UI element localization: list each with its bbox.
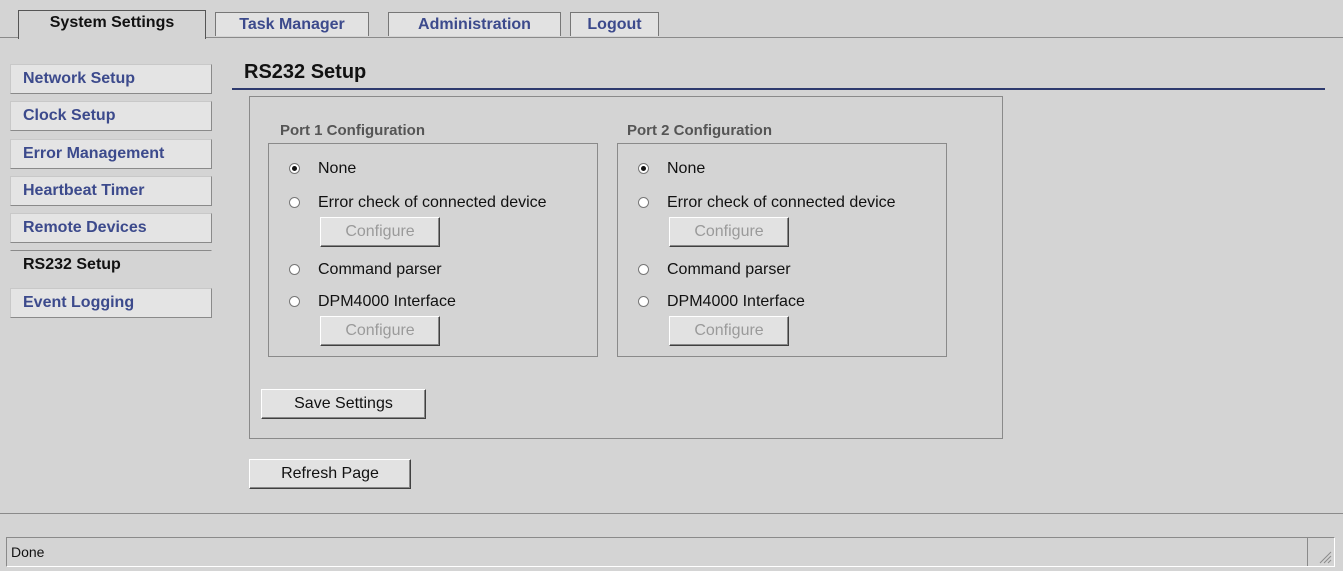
sidebar-item-heartbeat-timer[interactable]: Heartbeat Timer: [10, 176, 212, 206]
port2-legend: Port 2 Configuration: [627, 122, 772, 139]
refresh-page-button[interactable]: Refresh Page: [249, 459, 411, 489]
page-title: RS232 Setup: [244, 61, 367, 83]
port2-option-none-label: None: [667, 160, 706, 177]
sidebar-item-rs232-setup[interactable]: RS232 Setup: [10, 250, 212, 280]
sidebar-item-network-setup[interactable]: Network Setup: [10, 64, 212, 94]
port2-radio-none[interactable]: [638, 163, 649, 174]
port1-radio-command-parser[interactable]: [289, 264, 300, 275]
port1-error-check-configure-button[interactable]: Configure: [320, 217, 440, 247]
page-frame: System Settings Task Manager Administrat…: [0, 0, 1343, 571]
sidebar-item-error-management[interactable]: Error Management: [10, 139, 212, 169]
port1-dpm4000-configure-button[interactable]: Configure: [320, 316, 440, 346]
tab-logout[interactable]: Logout: [570, 12, 659, 36]
status-text: Done: [11, 544, 45, 560]
port1-config-box: None Error check of connected device Con…: [268, 143, 598, 357]
port1-legend: Port 1 Configuration: [280, 122, 425, 139]
radio-selected-dot: [292, 166, 297, 171]
port2-option-error-check-label: Error check of connected device: [667, 194, 896, 211]
port1-radio-error-check[interactable]: [289, 197, 300, 208]
radio-selected-dot: [641, 166, 646, 171]
port2-error-check-configure-button[interactable]: Configure: [669, 217, 789, 247]
port1-radio-dpm4000[interactable]: [289, 296, 300, 307]
tab-system-settings[interactable]: System Settings: [18, 10, 206, 39]
port2-dpm4000-configure-button[interactable]: Configure: [669, 316, 789, 346]
port1-option-none-label: None: [318, 160, 357, 177]
tab-task-manager[interactable]: Task Manager: [215, 12, 369, 36]
status-bar: Done: [6, 537, 1335, 567]
rs232-settings-panel: Port 1 Configuration None Error check of…: [249, 96, 1003, 439]
status-separator: [1307, 538, 1308, 566]
port1-option-error-check-label: Error check of connected device: [318, 194, 547, 211]
port2-radio-command-parser[interactable]: [638, 264, 649, 275]
port1-option-dpm4000-label: DPM4000 Interface: [318, 293, 456, 310]
port2-config-box: None Error check of connected device Con…: [617, 143, 947, 357]
title-divider: [232, 88, 1325, 90]
port2-option-command-parser-label: Command parser: [667, 261, 791, 278]
content-bottom-divider: [0, 513, 1343, 514]
save-settings-button[interactable]: Save Settings: [261, 389, 426, 419]
port2-radio-error-check[interactable]: [638, 197, 649, 208]
port1-option-command-parser-label: Command parser: [318, 261, 442, 278]
tab-administration[interactable]: Administration: [388, 12, 561, 36]
sidebar-item-remote-devices[interactable]: Remote Devices: [10, 213, 212, 243]
port2-option-dpm4000-label: DPM4000 Interface: [667, 293, 805, 310]
port1-radio-none[interactable]: [289, 163, 300, 174]
sidebar-item-event-logging[interactable]: Event Logging: [10, 288, 212, 318]
sidebar-item-clock-setup[interactable]: Clock Setup: [10, 101, 212, 131]
resize-grip-icon[interactable]: [1316, 548, 1332, 564]
port2-radio-dpm4000[interactable]: [638, 296, 649, 307]
